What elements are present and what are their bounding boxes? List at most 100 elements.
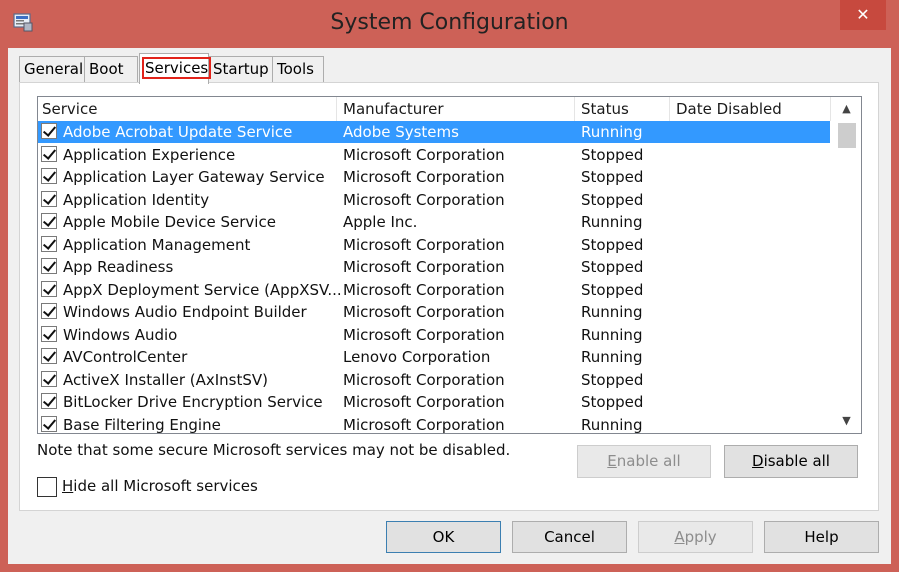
service-enabled-checkbox[interactable] (41, 235, 57, 252)
service-name: Application Layer Gateway Service (63, 168, 325, 186)
service-manufacturer: Microsoft Corporation (343, 145, 505, 164)
column-header-manufacturer[interactable]: Manufacturer (343, 100, 444, 118)
service-enabled-checkbox[interactable] (41, 415, 57, 432)
column-header-status[interactable]: Status (581, 100, 629, 118)
table-row[interactable]: AppX Deployment Service (AppXSV... Micros… (38, 279, 830, 301)
service-manufacturer: Microsoft Corporation (343, 280, 505, 299)
service-name: Apple Mobile Device Service (63, 213, 276, 231)
help-button[interactable]: Help (764, 521, 879, 553)
service-status: Running (581, 303, 643, 321)
table-row[interactable]: AVControlCenter Lenovo Corporation Running (38, 346, 830, 368)
service-manufacturer: Lenovo Corporation (343, 348, 491, 366)
table-row[interactable]: Adobe Acrobat Update Service Adobe System… (38, 121, 830, 143)
service-manufacturer: Microsoft Corporation (343, 325, 505, 344)
service-enabled-checkbox[interactable] (41, 258, 57, 274)
hide-microsoft-services-label[interactable]: Hide all Microsoft services (62, 477, 258, 495)
scroll-up-icon[interactable]: ▲ (832, 97, 861, 121)
apply-button[interactable]: Apply (638, 521, 753, 553)
tab-boot[interactable]: Boot (84, 56, 138, 82)
service-manufacturer: Microsoft Corporation (343, 370, 505, 389)
table-row[interactable]: ActiveX Installer (AxInstSV) Microsoft Co… (38, 369, 830, 391)
apply-mnemonic: A (674, 528, 685, 546)
hide-microsoft-services-checkbox[interactable] (37, 477, 57, 497)
window-title: System Configuration (330, 10, 569, 35)
table-row[interactable]: Application Experience Microsoft Corporat… (38, 144, 830, 166)
service-manufacturer: Microsoft Corporation (343, 258, 505, 276)
enable-all-label: nable all (616, 452, 681, 470)
service-enabled-checkbox[interactable] (41, 280, 57, 297)
service-enabled-checkbox[interactable] (41, 213, 57, 229)
service-name: Application Management (63, 235, 251, 254)
service-name: Application Identity (63, 190, 210, 209)
service-enabled-checkbox[interactable] (41, 145, 57, 162)
disable-all-label: isable all (763, 452, 830, 470)
service-status: Running (581, 123, 643, 141)
service-status: Stopped (581, 393, 644, 411)
table-row[interactable]: Base Filtering Engine Microsoft Corporati… (38, 414, 830, 434)
scroll-thumb[interactable] (838, 123, 856, 148)
ok-button[interactable]: OK (386, 521, 501, 553)
service-name: Windows Audio (63, 325, 178, 344)
service-enabled-checkbox[interactable] (41, 348, 57, 364)
service-name: App Readiness (63, 258, 174, 276)
service-manufacturer: Adobe Systems (343, 123, 459, 141)
column-header-service[interactable]: Service (42, 100, 97, 118)
close-icon: ✕ (856, 5, 870, 24)
disable-all-mnemonic: D (752, 452, 764, 470)
vertical-scrollbar[interactable]: ▲ ▼ (832, 97, 861, 433)
service-status: Running (581, 213, 643, 231)
service-enabled-checkbox[interactable] (41, 190, 57, 207)
enable-all-button[interactable]: Enable all (577, 445, 711, 478)
column-header-date-disabled[interactable]: Date Disabled (676, 100, 782, 118)
services-list[interactable]: Service Manufacturer Status Date Disable… (37, 96, 862, 434)
service-status: Stopped (581, 280, 644, 299)
service-name: Base Filtering Engine (63, 415, 221, 434)
service-manufacturer: Microsoft Corporation (343, 393, 505, 411)
service-name: Windows Audio Endpoint Builder (63, 303, 307, 321)
tab-services-label: Services (141, 57, 212, 79)
scroll-down-icon[interactable]: ▼ (832, 409, 861, 433)
service-manufacturer: Microsoft Corporation (343, 190, 505, 209)
table-row[interactable]: Windows Audio Microsoft Corporation Runnin… (38, 324, 830, 346)
service-enabled-checkbox[interactable] (41, 123, 57, 139)
service-name: BitLocker Drive Encryption Service (63, 393, 323, 411)
tab-general[interactable]: General (19, 56, 85, 82)
service-status: Running (581, 415, 643, 434)
table-row[interactable]: App Readiness Microsoft Corporation Stoppe… (38, 256, 830, 278)
tab-startup[interactable]: Startup (208, 56, 273, 82)
tab-tools[interactable]: Tools (272, 56, 324, 82)
service-name: Application Experience (63, 145, 236, 164)
close-button[interactable]: ✕ (840, 0, 886, 30)
service-enabled-checkbox[interactable] (41, 325, 57, 342)
table-row[interactable]: Application Identity Microsoft Corporatio… (38, 189, 830, 211)
service-enabled-checkbox[interactable] (41, 370, 57, 387)
system-configuration-window: System Configuration ✕ General Boot Serv… (0, 0, 899, 572)
table-row[interactable]: Windows Audio Endpoint Builder Microsoft … (38, 301, 830, 323)
disable-all-button[interactable]: Disable all (724, 445, 858, 478)
hide-ms-mnemonic: H (62, 477, 74, 495)
service-status: Stopped (581, 235, 644, 254)
service-enabled-checkbox[interactable] (41, 303, 57, 319)
enable-all-mnemonic: E (607, 452, 617, 470)
table-row[interactable]: Apple Mobile Device Service Apple Inc. Run… (38, 211, 830, 233)
services-tab-panel: Service Manufacturer Status Date Disable… (19, 82, 879, 511)
title-bar[interactable]: System Configuration ✕ (0, 0, 899, 48)
hide-ms-label-text: ide all Microsoft services (73, 477, 258, 495)
tab-general-label: General (24, 60, 84, 78)
table-row[interactable]: Application Layer Gateway Service Microso… (38, 166, 830, 188)
table-row[interactable]: Application Management Microsoft Corporat… (38, 234, 830, 256)
secure-services-note: Note that some secure Microsoft services… (37, 441, 511, 459)
cancel-button[interactable]: Cancel (512, 521, 627, 553)
service-manufacturer: Apple Inc. (343, 213, 418, 231)
service-manufacturer: Microsoft Corporation (343, 235, 505, 254)
service-enabled-checkbox[interactable] (41, 168, 57, 184)
table-row[interactable]: BitLocker Drive Encryption Service Micros… (38, 391, 830, 413)
service-name: AVControlCenter (63, 348, 188, 366)
apply-label: pply (684, 528, 717, 546)
service-enabled-checkbox[interactable] (41, 393, 57, 409)
service-status: Stopped (581, 370, 644, 389)
tab-services[interactable]: Services (139, 53, 212, 84)
tab-startup-label: Startup (213, 60, 269, 78)
tab-tools-label: Tools (277, 60, 314, 78)
service-status: Stopped (581, 258, 644, 276)
